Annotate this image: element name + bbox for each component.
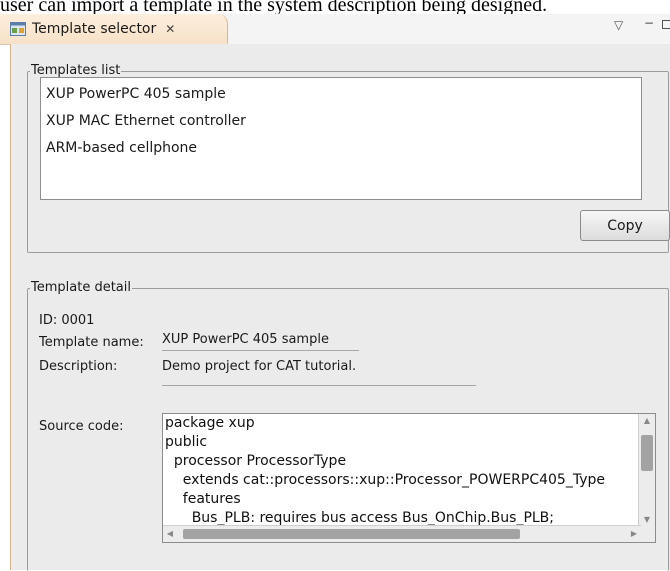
view-tab-bar: Template selector ✕ ▽ − <box>0 14 670 45</box>
description-label: Description: <box>39 359 118 374</box>
source-code-text[interactable]: package xup public processor ProcessorTy… <box>163 414 641 526</box>
close-icon[interactable]: ✕ <box>165 22 175 36</box>
tab-template-selector[interactable]: Template selector ✕ <box>0 14 228 44</box>
scroll-left-icon[interactable]: ◀ <box>165 529 175 538</box>
template-detail-title: Template detail <box>30 280 132 296</box>
list-item[interactable]: XUP MAC Ethernet controller <box>41 108 641 135</box>
scroll-down-icon[interactable]: ▼ <box>639 515 655 524</box>
list-item[interactable]: XUP PowerPC 405 sample <box>41 81 641 108</box>
code-line: public <box>165 434 208 450</box>
view-menu-icon[interactable]: ▽ <box>614 18 623 32</box>
code-line: package xup <box>165 415 255 431</box>
template-view-icon <box>10 21 26 36</box>
scrollbar-corner <box>639 526 655 542</box>
description-value: Demo project for CAT tutorial. <box>162 359 357 374</box>
maximize-icon[interactable] <box>662 20 670 29</box>
copy-button[interactable]: Copy <box>580 210 670 241</box>
view-panel: Templates list XUP PowerPC 405 sample XU… <box>10 44 670 571</box>
code-line: Bus_PLB: requires bus access Bus_OnChip.… <box>165 510 555 526</box>
tab-title: Template selector <box>32 20 157 37</box>
scroll-up-icon[interactable]: ▲ <box>639 416 655 425</box>
template-id: ID: 0001 <box>39 313 95 328</box>
template-name-label: Template name: <box>39 335 144 350</box>
code-line: extends cat::processors::xup::Processor_… <box>165 472 605 488</box>
description-underline <box>162 385 476 386</box>
source-code-label: Source code: <box>39 419 124 434</box>
template-detail-group: Template detail ID: 0001 Template name: … <box>27 280 669 571</box>
scroll-right-icon[interactable]: ▶ <box>629 529 639 538</box>
template-name-field[interactable]: XUP PowerPC 405 sample <box>162 330 359 351</box>
code-line: features <box>165 491 241 507</box>
templates-list[interactable]: XUP PowerPC 405 sample XUP MAC Ethernet … <box>40 77 642 200</box>
templates-list-group: Templates list XUP PowerPC 405 sample XU… <box>27 63 670 253</box>
minimize-icon[interactable]: − <box>644 16 654 30</box>
horizontal-scrollbar[interactable]: ◀ ▶ <box>163 525 641 542</box>
code-line: processor ProcessorType <box>165 453 347 469</box>
source-code-area[interactable]: package xup public processor ProcessorTy… <box>162 413 656 543</box>
horizontal-scroll-thumb[interactable] <box>183 529 520 539</box>
vertical-scroll-thumb[interactable] <box>641 435 653 471</box>
vertical-scrollbar[interactable]: ▲ ▼ <box>638 414 655 526</box>
list-item[interactable]: ARM-based cellphone <box>41 135 641 162</box>
